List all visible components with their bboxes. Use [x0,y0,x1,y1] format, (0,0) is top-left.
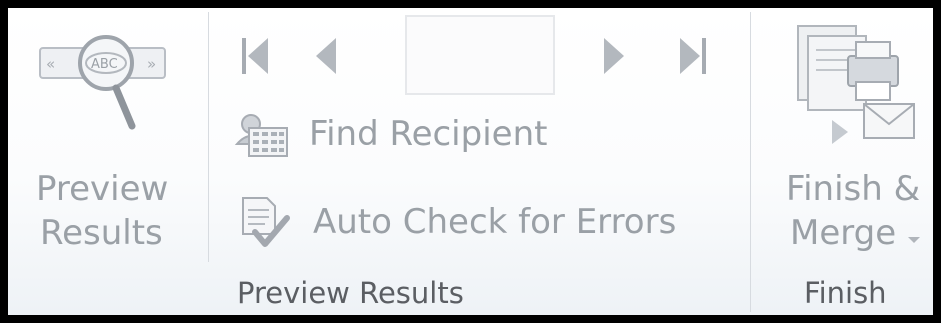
finish-group-label: Finish [804,276,887,310]
svg-text:«: « [46,55,55,73]
finish-merge-line2: Merge [790,211,921,255]
svg-text:»: » [147,55,156,73]
preview-results-button[interactable]: « » ABC Preview Results [26,14,196,269]
previous-record-icon[interactable] [310,34,344,78]
separator [208,12,209,262]
magnifier-abc-icon: « » ABC [39,35,166,130]
ribbon: « » ABC Preview Results Find Recipient A… [8,8,933,315]
record-number-input[interactable] [405,15,555,95]
finish-merge-label-line1: Finish & [786,169,921,209]
auto-check-label: Auto Check for Errors [313,202,677,242]
find-recipient-icon [234,114,288,157]
auto-check-errors-button[interactable]: Auto Check for Errors [233,194,733,250]
finish-merge-button[interactable]: Finish & Merge [768,14,933,269]
finish-merge-icon [797,25,915,144]
svg-text:ABC: ABC [91,57,118,72]
next-record-icon[interactable] [596,34,630,78]
dropdown-arrow-icon [908,236,921,243]
preview-results-group-label: Preview Results [237,276,464,310]
finish-merge-label-line2: Merge [790,213,897,253]
group-separator [750,12,751,312]
last-record-icon[interactable] [674,34,714,78]
first-record-icon[interactable] [236,34,276,78]
preview-results-label-line1: Preview [36,169,169,209]
find-recipient-button[interactable]: Find Recipient [233,108,603,164]
preview-results-label-line2: Results [40,213,163,253]
auto-check-icon [242,197,290,247]
find-recipient-label: Find Recipient [309,114,548,154]
